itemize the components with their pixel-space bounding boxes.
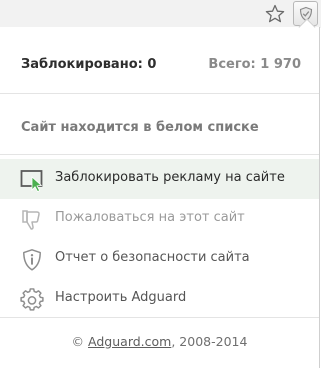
menu-item-label: Настроить Adguard bbox=[55, 290, 187, 305]
stats-section: Заблокировано: 0 Всего: 1 970 bbox=[0, 27, 319, 94]
browser-toolbar bbox=[0, 0, 321, 28]
copyright-line: © Adguard.com, 2008-2014 bbox=[0, 334, 319, 349]
copyright-years: , 2008-2014 bbox=[171, 334, 248, 349]
gear-icon bbox=[20, 288, 44, 311]
menu-item-report-site[interactable]: Пожаловаться на этот сайт bbox=[0, 199, 319, 239]
menu-item-label: Пожаловаться на этот сайт bbox=[55, 210, 245, 225]
thumbs-down-icon bbox=[22, 210, 40, 230]
bookmark-star-button[interactable] bbox=[262, 2, 288, 26]
total-count: Всего: 1 970 bbox=[208, 57, 301, 72]
site-status-section: Сайт находится в белом списке bbox=[0, 93, 319, 155]
adguard-site-link[interactable]: Adguard.com bbox=[88, 334, 171, 349]
menu-item-block-ads[interactable]: Заблокировать рекламу на сайте bbox=[0, 159, 319, 199]
shield-info-icon bbox=[23, 249, 41, 271]
menu-item-label: Заблокировать рекламу на сайте bbox=[55, 170, 285, 185]
action-menu: Заблокировать рекламу на сайте Пожаловат… bbox=[0, 159, 319, 319]
copyright-symbol: © bbox=[71, 334, 85, 349]
adguard-popup: Заблокировано: 0 Всего: 1 970 Сайт наход… bbox=[0, 27, 320, 368]
star-icon bbox=[265, 4, 285, 23]
menu-item-settings[interactable]: Настроить Adguard bbox=[0, 279, 319, 319]
footer: © Adguard.com, 2008-2014 bbox=[0, 317, 319, 369]
blocked-count: Заблокировано: 0 bbox=[21, 57, 157, 72]
whitelist-status-text: Сайт находится в белом списке bbox=[21, 120, 259, 135]
block-ads-icon bbox=[20, 170, 43, 192]
menu-item-label: Отчет о безопасности сайта bbox=[55, 250, 250, 265]
menu-item-security-report[interactable]: Отчет о безопасности сайта bbox=[0, 239, 319, 279]
